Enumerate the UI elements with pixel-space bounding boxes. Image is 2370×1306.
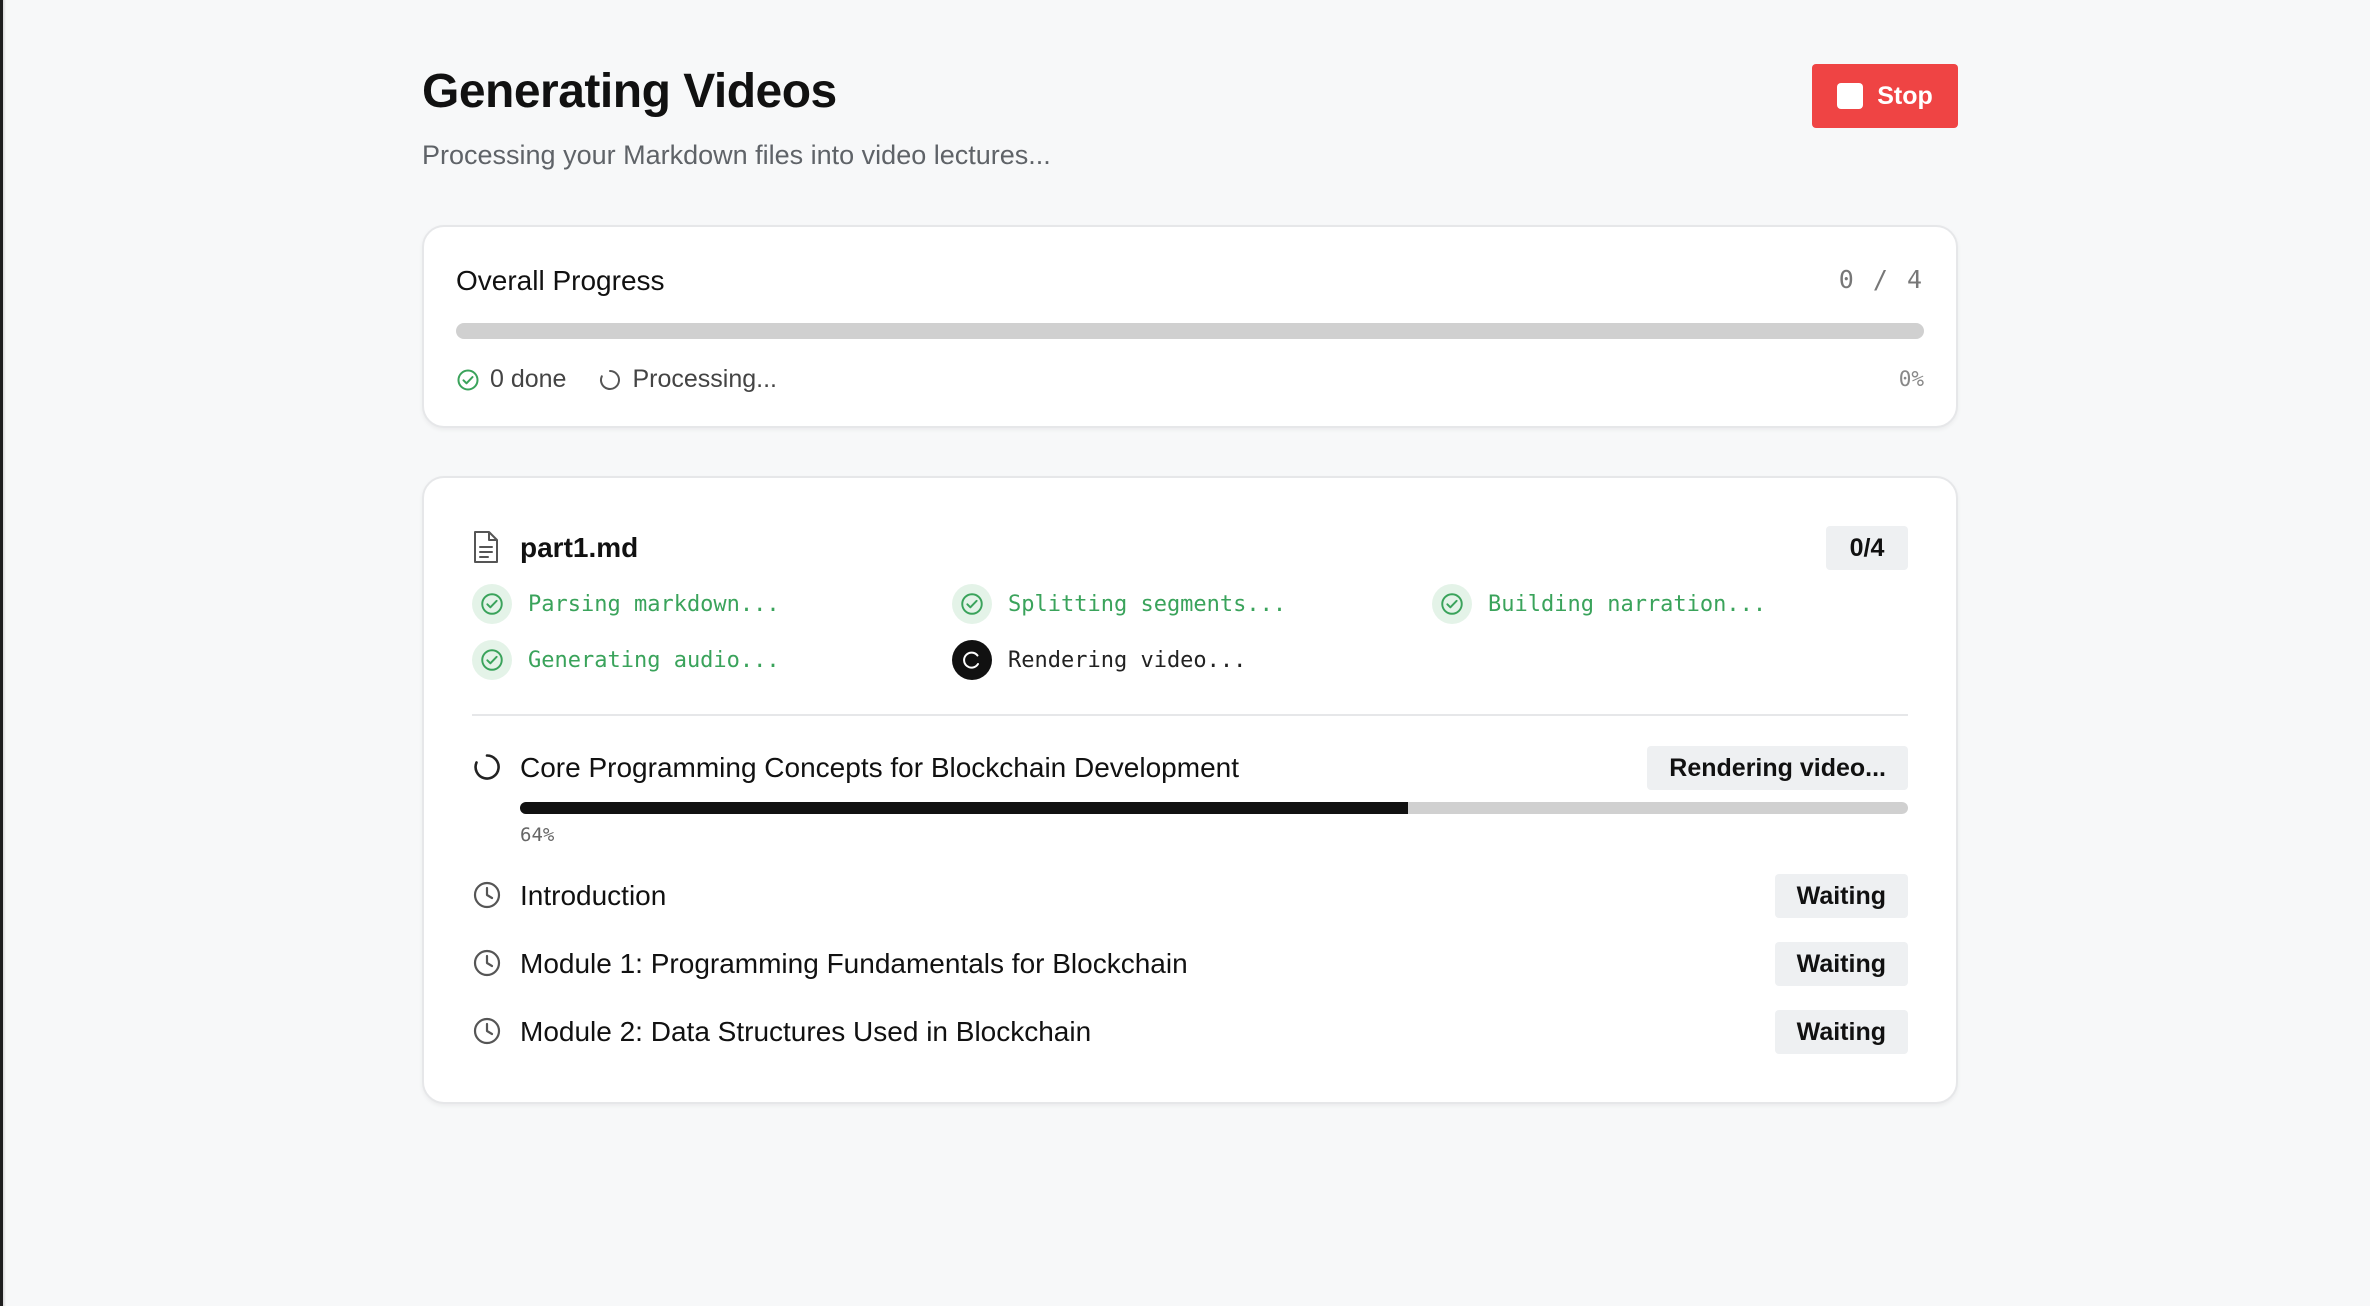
page-header: Generating Videos Processing your Markdo… xyxy=(422,0,1958,225)
spinner-icon xyxy=(952,640,992,680)
stop-icon xyxy=(1837,83,1864,109)
step-audio: Generating audio... xyxy=(472,640,780,680)
generation-page: Generating Videos Processing your Markdo… xyxy=(422,0,1958,1104)
stop-button[interactable]: Stop xyxy=(1812,64,1958,128)
video-progress-bar xyxy=(520,802,1908,814)
check-circle-icon xyxy=(952,584,992,624)
spinner-icon xyxy=(600,369,621,390)
step-splitting: Splitting segments... xyxy=(952,584,1286,624)
document-icon xyxy=(474,531,498,563)
video-status-badge: Waiting xyxy=(1774,874,1908,918)
step-narration: Building narration... xyxy=(1432,584,1766,624)
overall-stats: 0 done Processing... xyxy=(456,365,777,394)
video-title: Module 1: Programming Fundamentals for B… xyxy=(520,948,1188,979)
file-name: part1.md xyxy=(520,532,639,563)
clock-icon xyxy=(473,1017,501,1045)
video-row-active: Core Programming Concepts for Blockchain… xyxy=(472,746,1908,790)
video-progress-fill xyxy=(520,802,1409,814)
video-row: Introduction Waiting xyxy=(472,874,1908,918)
page-title: Generating Videos xyxy=(422,65,837,118)
file-header: part1.md 0/4 xyxy=(472,526,1908,570)
video-title: Introduction xyxy=(520,880,667,911)
overall-progress-count: 0 / 4 xyxy=(1838,265,1924,294)
step-label: Rendering video... xyxy=(1008,647,1247,673)
step-label: Splitting segments... xyxy=(1008,591,1287,617)
video-row: Module 1: Programming Fundamentals for B… xyxy=(472,942,1908,986)
check-circle-icon xyxy=(472,640,512,680)
step-rendering: Rendering video... xyxy=(952,640,1246,680)
spinner-icon xyxy=(474,754,500,780)
video-progress-percent: 64% xyxy=(520,824,555,846)
done-stat: 0 done xyxy=(456,365,566,394)
video-status-badge: Waiting xyxy=(1774,942,1908,986)
video-title: Core Programming Concepts for Blockchain… xyxy=(520,752,1239,783)
processing-stat: Processing... xyxy=(598,365,777,394)
video-status-badge: Rendering video... xyxy=(1647,746,1908,790)
step-label: Parsing markdown... xyxy=(528,591,780,617)
overall-progress-card: Overall Progress 0 / 4 0 done Processing… xyxy=(422,225,1958,428)
step-label: Generating audio... xyxy=(528,647,780,673)
check-circle-icon xyxy=(472,584,512,624)
overall-progress-percent: 0% xyxy=(1898,367,1924,391)
page-subtitle: Processing your Markdown files into vide… xyxy=(422,140,1051,170)
processing-text: Processing... xyxy=(632,365,777,393)
file-card: part1.md 0/4 Parsing markdown... Splitti… xyxy=(422,476,1958,1104)
check-circle-icon xyxy=(1432,584,1472,624)
window-edge xyxy=(0,0,6,1306)
clock-icon xyxy=(473,881,501,909)
step-label: Building narration... xyxy=(1488,591,1767,617)
video-status-badge: Waiting xyxy=(1774,1010,1908,1054)
file-progress-badge: 0/4 xyxy=(1826,526,1908,570)
overall-progress-bar xyxy=(456,323,1924,339)
check-circle-icon xyxy=(457,369,479,390)
clock-icon xyxy=(473,949,501,977)
done-count: 0 done xyxy=(490,365,567,393)
video-title: Module 2: Data Structures Used in Blockc… xyxy=(520,1016,1092,1047)
stop-button-label: Stop xyxy=(1877,81,1933,110)
video-row: Module 2: Data Structures Used in Blockc… xyxy=(472,1010,1908,1054)
divider xyxy=(472,714,1908,716)
overall-progress-title: Overall Progress xyxy=(456,265,665,296)
step-parsing: Parsing markdown... xyxy=(472,584,780,624)
